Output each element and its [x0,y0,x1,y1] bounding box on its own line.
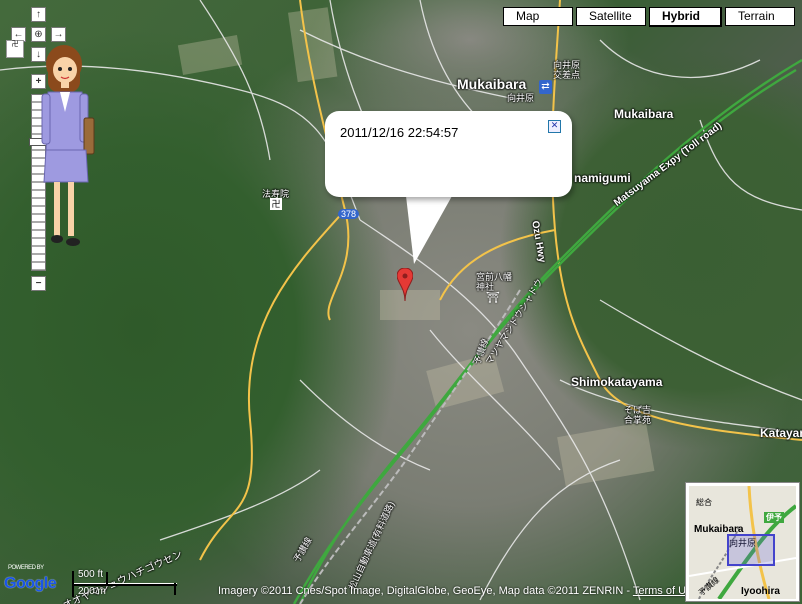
pan-right-button[interactable]: → [51,27,66,42]
info-window-tail [406,196,452,264]
scale-top-label: 500 ft [78,569,104,580]
google-logo[interactable]: POWERED BY Google [4,565,57,593]
map-small-icon: 卍 [6,40,24,58]
pan-center-button[interactable]: ⊕ [31,27,46,42]
info-window-close-icon[interactable]: ✕ [548,120,561,133]
overview-label-iyoohira: Iyoohira [741,586,780,597]
temple-icon: 卍 [270,198,282,210]
place-label-mukaibara-jp: 向井原 [507,93,535,103]
place-label-shimokatayama: Shimokatayama [571,375,663,389]
road-network [0,0,802,604]
shrine-icon: ⛩ [486,292,500,304]
map-canvas[interactable]: Mukaibara Mukaibara namigumi Shimokataya… [0,0,802,604]
overview-map[interactable]: 総合 Mukaibara 向井原 伊予 Iyoohira 予讃線 [685,482,800,602]
zoom-out-button[interactable]: − [31,276,46,291]
overview-viewport-box[interactable] [727,534,775,566]
info-window: 2011/12/16 22:54:57 ✕ [325,111,572,197]
copyright-text: Imagery ©2011 Cnes/Spot Image, DigitalGl… [218,585,698,597]
map-marker-icon[interactable] [397,268,413,302]
google-logo-text: Google [4,575,57,592]
scale-bar: 500 ft 200 m [72,569,180,599]
route-shield-378: 378 [338,209,360,219]
pan-up-button[interactable]: ↑ [31,7,46,22]
map-type-satellite-button[interactable]: Satellite [576,7,646,26]
street-view-pegman-icon[interactable] [40,42,100,252]
place-label-shrine: 宮前八幡 神社 [476,272,513,292]
map-type-control: Map Satellite Hybrid Terrain [500,7,795,27]
map-type-map-button[interactable]: Map [503,7,573,26]
place-label-mukaibara-intersection: 向井原 交差点 [553,60,581,80]
place-label-mukaibara: Mukaibara [457,76,527,92]
overview-label-sogo: 総合 [696,498,712,507]
overview-label-iyo: 伊予 [764,512,784,523]
info-window-text: 2011/12/16 22:54:57 [340,125,459,140]
powered-by-text: POWERED BY [8,565,44,571]
copyright-label: Imagery ©2011 Cnes/Spot Image, DigitalGl… [218,585,633,597]
place-label-sobakichi: そば吉 合掌苑 [624,405,652,425]
overview-map-canvas[interactable]: 総合 Mukaibara 向井原 伊予 Iyoohira 予讃線 [689,486,796,599]
place-label-mukaibara-east: Mukaibara [614,107,674,121]
map-type-terrain-button[interactable]: Terrain [725,7,795,26]
map-type-hybrid-button[interactable]: Hybrid [649,7,722,27]
train-station-icon: ⇄ [539,80,552,94]
place-label-katayama: Katayar [760,426,802,440]
scale-bottom-label: 200 m [78,586,106,597]
place-label-namigumi: namigumi [574,171,631,185]
